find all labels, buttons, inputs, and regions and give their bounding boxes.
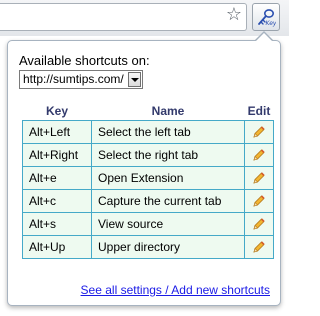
table-row: Alt+Right Select the right tab xyxy=(22,143,274,167)
shortcut-key: Alt+Left xyxy=(22,120,92,144)
edit-button[interactable] xyxy=(244,189,274,213)
shortcut-key: Alt+c xyxy=(22,189,92,213)
shortcut-key: Alt+Up xyxy=(22,235,92,259)
svg-text:Key: Key xyxy=(266,20,277,27)
shortcut-name: Capture the current tab xyxy=(91,189,245,213)
table-row: Alt+e Open Extension xyxy=(22,166,274,190)
site-select[interactable]: http://sumtips.com/ xyxy=(19,70,143,89)
dropdown-arrow-icon[interactable] xyxy=(127,72,141,87)
table-row: Alt+s View source xyxy=(22,212,274,236)
bookmark-star-icon[interactable]: ☆ xyxy=(224,5,244,25)
pencil-icon[interactable] xyxy=(252,148,266,162)
address-bar[interactable] xyxy=(0,3,247,31)
edit-button[interactable] xyxy=(244,212,274,236)
see-all-settings-link[interactable]: See all settings / Add new shortcuts xyxy=(81,283,270,297)
shortcuts-popup: Available shortcuts on: http://sumtips.c… xyxy=(7,40,281,306)
pencil-icon[interactable] xyxy=(252,240,266,254)
shortcut-name: Select the left tab xyxy=(91,120,245,144)
shortcut-name: Upper directory xyxy=(91,235,245,259)
shortcut-name: Open Extension xyxy=(91,166,245,190)
shortcut-name: Select the right tab xyxy=(91,143,245,167)
edit-button[interactable] xyxy=(244,143,274,167)
pencil-icon[interactable] xyxy=(252,125,266,139)
pencil-icon[interactable] xyxy=(252,171,266,185)
edit-button[interactable] xyxy=(244,120,274,144)
shortcuts-table: Key Name Edit Alt+Left Select the left t… xyxy=(22,102,274,259)
edit-column-header: Edit xyxy=(247,104,271,118)
shortcut-name: View source xyxy=(91,212,245,236)
shortcut-key: Alt+s xyxy=(22,212,92,236)
table-row: Alt+Up Upper directory xyxy=(22,235,274,259)
extension-button[interactable]: Key xyxy=(252,3,280,31)
edit-button[interactable] xyxy=(244,166,274,190)
table-row: Alt+c Capture the current tab xyxy=(22,189,274,213)
popup-arrow-fill xyxy=(256,33,272,41)
browser-toolbar: ☆ Key xyxy=(0,0,289,36)
table-row: Alt+Left Select the left tab xyxy=(22,120,274,144)
table-header-row: Key Name Edit xyxy=(23,102,274,121)
shortcut-key: Alt+e xyxy=(22,166,92,190)
key-column-header: Key xyxy=(45,104,68,118)
key-icon: Key xyxy=(258,9,277,27)
available-shortcuts-label: Available shortcuts on: xyxy=(19,53,150,68)
name-column-header: Name xyxy=(151,104,185,118)
site-select-value: http://sumtips.com/ xyxy=(23,72,124,86)
pencil-icon[interactable] xyxy=(252,194,266,208)
shortcut-key: Alt+Right xyxy=(22,143,92,167)
edit-button[interactable] xyxy=(244,235,274,259)
pencil-icon[interactable] xyxy=(252,217,266,231)
